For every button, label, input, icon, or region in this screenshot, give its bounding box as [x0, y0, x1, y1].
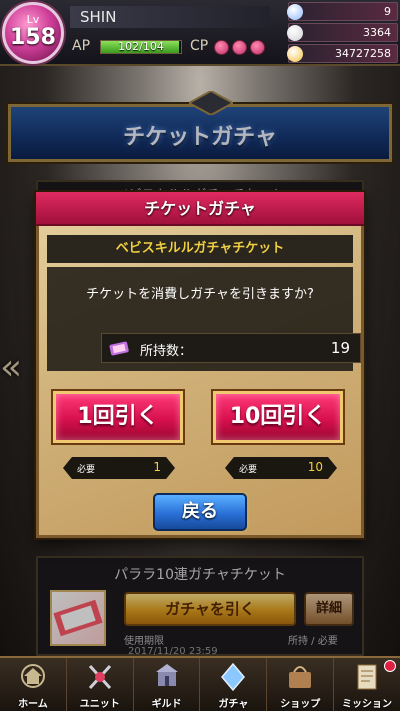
ticket-icon [109, 341, 129, 356]
player-name: SHIN [70, 6, 270, 28]
ap-value: 102/104 [118, 40, 164, 53]
nav-label-unit: ユニット [79, 699, 120, 710]
currency-panel: 9 3364 34727258 [287, 2, 398, 65]
game-screen: Lv 158 SHIN AP 102/104 CP 9 3364 3472725… [0, 0, 400, 711]
nav-label-gacha: ガチャ [218, 699, 249, 710]
requirement-label: 必要 [77, 465, 96, 475]
nav-item-shop[interactable]: ショップ [267, 658, 335, 711]
cp-points [214, 40, 265, 55]
level-badge[interactable]: Lv 158 [2, 2, 64, 64]
requirement-value: 10 [307, 460, 323, 474]
currency-crystal[interactable]: 9 [287, 2, 398, 21]
mission-icon [357, 664, 377, 690]
crystal-count: 9 [384, 5, 391, 18]
silver-count: 3364 [363, 26, 391, 39]
guild-icon [155, 664, 178, 686]
dialog-question: チケットを消費しガチャを引きますか? [86, 287, 314, 302]
draw-ten-button[interactable]: 10回引く [213, 391, 343, 443]
cp-label: CP [190, 38, 209, 54]
requirement-label: 必要 [239, 465, 258, 475]
back-button[interactable]: 戻る [153, 493, 247, 531]
nav-label-shop: ショップ [280, 699, 321, 710]
nav-item-guild[interactable]: ギルド [134, 658, 201, 711]
gold-coin-icon [287, 46, 303, 62]
nav-item-home[interactable]: ホーム [0, 658, 67, 711]
ap-label: AP [72, 38, 91, 54]
dialog-title: チケットガチャ [36, 192, 364, 226]
cp-point-icon [214, 40, 229, 55]
crystal-icon [287, 4, 303, 20]
gold-count: 34727258 [335, 47, 391, 60]
gacha-icon [221, 662, 246, 692]
nav-item-gacha[interactable]: ガチャ [200, 658, 268, 711]
owned-count-box: 所持数： 19 [101, 333, 361, 363]
owned-label: 所持数： [140, 344, 193, 359]
notification-badge [383, 660, 396, 672]
currency-silver[interactable]: 3364 [287, 23, 398, 42]
silver-coin-icon [287, 25, 303, 41]
cp-point-icon [250, 40, 265, 55]
ticket-gacha-dialog: チケットガチャ ベビスキルルガチャチケット チケットを消費しガチャを引きますか?… [36, 192, 364, 538]
draw-once-requirement: 必要 1 [63, 457, 175, 479]
dialog-ticket-name: ベビスキルルガチャチケット [47, 235, 353, 263]
nav-label-mission: ミッション [342, 699, 393, 710]
nav-label-home: ホーム [18, 699, 48, 710]
currency-gold[interactable]: 34727258 [287, 44, 398, 63]
draw-once-button[interactable]: 1回引く [53, 391, 183, 443]
owned-value: 19 [330, 339, 350, 357]
bottom-nav: ホーム ユニット ギルド ガチャ ショップ ミッション [0, 656, 400, 711]
status-bar: Lv 158 SHIN AP 102/104 CP 9 3364 3472725… [0, 0, 400, 66]
cp-point-icon [232, 40, 247, 55]
nav-item-mission[interactable]: ミッション [334, 658, 400, 711]
nav-label-guild: ギルド [151, 699, 182, 710]
draw-ten-requirement: 必要 10 [225, 457, 337, 479]
requirement-value: 1 [153, 460, 161, 474]
level-value: 158 [10, 25, 56, 50]
shop-icon [289, 666, 312, 688]
home-icon [20, 664, 45, 688]
ap-bar: 102/104 [100, 40, 182, 54]
nav-item-unit[interactable]: ユニット [67, 658, 134, 711]
unit-icon [88, 664, 111, 690]
